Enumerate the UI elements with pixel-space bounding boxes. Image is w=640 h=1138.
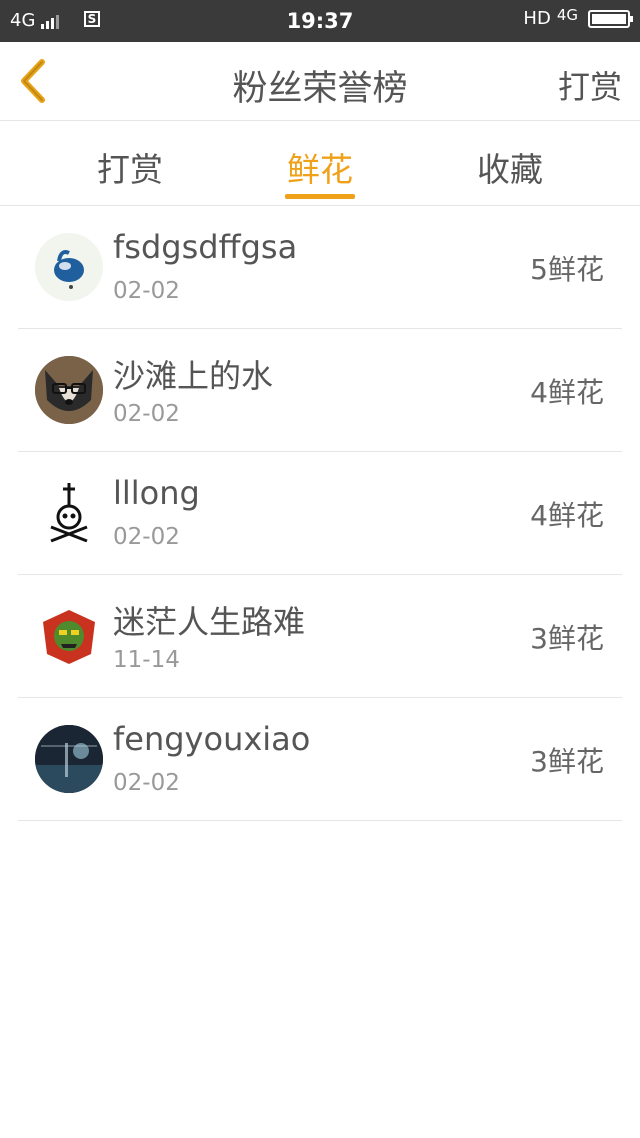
avatar: [35, 602, 103, 670]
tab-bar: 打赏 鲜花 收藏: [0, 121, 640, 206]
avatar: [35, 725, 103, 793]
fan-name: fengyouxiao: [113, 720, 311, 758]
fan-name: 迷茫人生路难: [113, 603, 306, 641]
list-item[interactable]: 迷茫人生路难 11-14 3鲜花: [18, 575, 622, 698]
fan-list: fsdgsdffgsa 02-02 5鲜花 沙滩上的水 02-02 4鲜花 ll…: [0, 206, 640, 821]
flower-count: 3鲜花: [530, 622, 604, 655]
app-header: 粉丝荣誉榜 打赏: [0, 42, 640, 121]
fan-date: 11-14: [113, 647, 180, 673]
list-item[interactable]: 沙滩上的水 02-02 4鲜花: [18, 329, 622, 452]
fan-name: 沙滩上的水: [113, 357, 274, 395]
flower-count: 3鲜花: [530, 745, 604, 778]
flower-count: 4鲜花: [530, 499, 604, 532]
flower-count: 5鲜花: [530, 253, 604, 286]
battery-icon: [588, 9, 633, 28]
status-right: HD 4G: [523, 5, 633, 29]
tab-favorites[interactable]: 收藏: [450, 143, 570, 191]
avatar: [35, 356, 103, 424]
list-item[interactable]: fsdgsdffgsa 02-02 5鲜花: [18, 206, 622, 329]
active-tab-indicator: [285, 194, 355, 199]
fan-date: 02-02: [113, 770, 180, 796]
fan-date: 02-02: [113, 401, 180, 427]
status-bar: 4G S 19:37 HD 4G: [0, 0, 640, 42]
page-title: 粉丝荣誉榜: [232, 69, 408, 109]
reward-button[interactable]: 打赏: [558, 62, 622, 108]
list-item[interactable]: lllong 02-02 4鲜花: [18, 452, 622, 575]
list-item[interactable]: fengyouxiao 02-02 3鲜花: [18, 698, 622, 821]
fan-name: lllong: [113, 474, 200, 512]
tab-reward[interactable]: 打赏: [70, 143, 190, 191]
hd-indicator: HD: [523, 8, 551, 29]
tab-flowers[interactable]: 鲜花: [260, 143, 380, 191]
avatar: [35, 479, 103, 547]
fan-date: 02-02: [113, 524, 180, 550]
avatar: [35, 233, 103, 301]
flower-count: 4鲜花: [530, 376, 604, 409]
network-type-right: 4G: [556, 5, 578, 24]
fan-date: 02-02: [113, 278, 180, 304]
fan-name: fsdgsdffgsa: [113, 228, 298, 266]
